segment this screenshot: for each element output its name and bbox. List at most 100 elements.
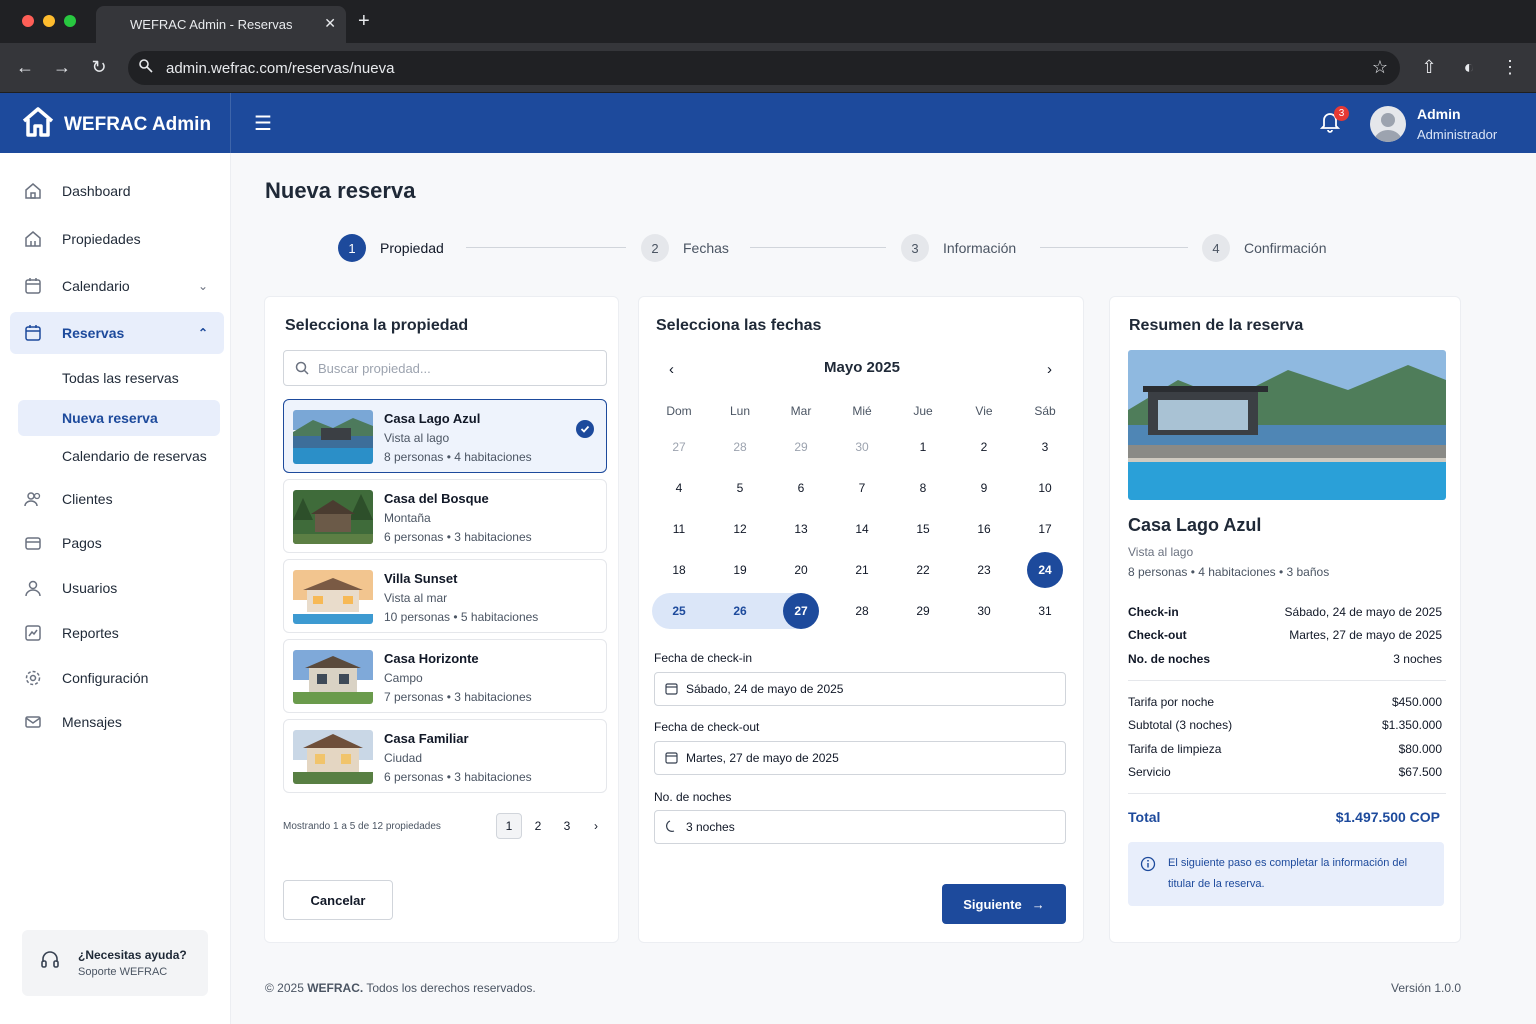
sidebar-item-reservas[interactable]: Reservas ⌃: [10, 312, 224, 354]
sidebar-item-configuracion[interactable]: Configuración: [10, 657, 224, 699]
property-item-casa-del-bosque[interactable]: Casa del Bosque Montaña 6 personas • 3 h…: [283, 479, 607, 553]
calendar-day[interactable]: 21: [844, 552, 880, 588]
minimize-window-button[interactable]: [43, 15, 55, 27]
cancel-button[interactable]: Cancelar: [283, 880, 393, 920]
calendar-day[interactable]: 16: [966, 511, 1002, 547]
calendar-day[interactable]: 9: [966, 470, 1002, 506]
calendar-day[interactable]: 12: [722, 511, 758, 547]
extensions-icon[interactable]: ⇧: [1418, 57, 1440, 78]
pagination-info: Mostrando 1 a 5 de 12 propiedades: [283, 821, 441, 832]
report-chart-icon: [24, 624, 42, 642]
calendar-day-in-range[interactable]: 26: [722, 593, 758, 629]
page-button-2[interactable]: 2: [525, 813, 551, 839]
calendar-day[interactable]: 18: [661, 552, 697, 588]
property-item-casa-lago-azul[interactable]: Casa Lago Azul Vista al lago 8 personas …: [283, 399, 607, 473]
calendar-day-checkin[interactable]: 24: [1027, 552, 1063, 588]
checkin-field[interactable]: Sábado, 24 de mayo de 2025: [654, 672, 1066, 706]
sidebar-item-pagos[interactable]: Pagos: [10, 522, 224, 564]
help-card[interactable]: ¿Necesitas ayuda? Soporte WEFRAC: [22, 930, 208, 996]
nights-field[interactable]: 3 noches: [654, 810, 1066, 844]
calendar-day[interactable]: 23: [966, 552, 1002, 588]
sidebar-item-usuarios[interactable]: Usuarios: [10, 567, 224, 609]
calendar-day[interactable]: 7: [844, 470, 880, 506]
browser-tab[interactable]: WEFRAC Admin - Reservas ✕: [96, 6, 346, 43]
sidebar-item-propiedades[interactable]: Propiedades: [10, 218, 224, 260]
sidebar-subitem-nueva-reserva[interactable]: Nueva reserva: [18, 400, 220, 436]
calendar-month: Mayo 2025: [824, 359, 900, 376]
sidebar-item-dashboard[interactable]: Dashboard: [10, 170, 224, 212]
calendar-day[interactable]: 6: [783, 470, 819, 506]
calendar-day[interactable]: 15: [905, 511, 941, 547]
next-page-icon[interactable]: ›: [583, 813, 609, 839]
calendar-day[interactable]: 19: [722, 552, 758, 588]
page-button-1[interactable]: 1: [496, 813, 522, 839]
calendar-day[interactable]: 31: [1027, 593, 1063, 629]
sidebar-subitem-todas-reservas[interactable]: Todas las reservas: [18, 360, 220, 396]
step-informacion[interactable]: 3 Información: [901, 234, 1016, 262]
calendar-day[interactable]: 10: [1027, 470, 1063, 506]
reload-icon[interactable]: ↻: [88, 57, 110, 78]
brand-name: WEFRAC Admin: [64, 114, 212, 135]
calendar-day[interactable]: 28: [722, 429, 758, 465]
calendar-day[interactable]: 20: [783, 552, 819, 588]
calendar-day[interactable]: 13: [783, 511, 819, 547]
calendar-icon: [24, 277, 42, 295]
sidebar-item-reportes[interactable]: Reportes: [10, 612, 224, 654]
user-name[interactable]: Admin: [1417, 106, 1461, 122]
new-tab-button[interactable]: +: [358, 10, 370, 33]
calendar-day[interactable]: 4: [661, 470, 697, 506]
weekday-label: Vie: [975, 404, 993, 418]
property-item-villa-sunset[interactable]: Villa Sunset Vista al mar 10 personas • …: [283, 559, 607, 633]
back-icon[interactable]: ←: [14, 57, 36, 78]
calendar-day[interactable]: 28: [844, 593, 880, 629]
calendar-day[interactable]: 29: [783, 429, 819, 465]
step-fechas[interactable]: 2 Fechas: [641, 234, 729, 262]
browser-menu-icon[interactable]: ⋮: [1499, 57, 1521, 78]
url-field[interactable]: admin.wefrac.com/reservas/nueva ☆: [128, 51, 1400, 85]
calendar-day[interactable]: 1: [905, 429, 941, 465]
step-number: 4: [1202, 234, 1230, 262]
sidebar-item-label: Usuarios: [62, 580, 118, 596]
forward-icon[interactable]: →: [51, 57, 73, 78]
calendar-day-checkout[interactable]: 27: [783, 593, 819, 629]
menu-toggle-icon[interactable]: ☰: [254, 111, 272, 136]
calendar-day[interactable]: 8: [905, 470, 941, 506]
close-tab-icon[interactable]: ✕: [324, 15, 336, 32]
calendar-day[interactable]: 22: [905, 552, 941, 588]
sidebar-item-clientes[interactable]: Clientes: [10, 478, 224, 520]
property-item-casa-familiar[interactable]: Casa Familiar Ciudad 6 personas • 3 habi…: [283, 719, 607, 793]
search-input[interactable]: Buscar propiedad...: [283, 350, 607, 386]
next-month-icon[interactable]: ›: [1047, 361, 1052, 378]
calendar-day[interactable]: 29: [905, 593, 941, 629]
sidebar-subitem-calendario-reservas[interactable]: Calendario de reservas: [18, 438, 220, 474]
summary-nights-value: 3 noches: [1393, 652, 1442, 666]
step-confirmacion[interactable]: 4 Confirmación: [1202, 234, 1326, 262]
property-item-casa-horizonte[interactable]: Casa Horizonte Campo 7 personas • 3 habi…: [283, 639, 607, 713]
profile-icon[interactable]: ◐: [1458, 57, 1480, 78]
sidebar-item-mensajes[interactable]: Mensajes: [10, 701, 224, 743]
maximize-window-button[interactable]: [64, 15, 76, 27]
calendar-day[interactable]: 30: [844, 429, 880, 465]
site-info-icon[interactable]: [138, 58, 154, 77]
sidebar-item-calendario[interactable]: Calendario ⌄: [10, 265, 224, 307]
checkout-field[interactable]: Martes, 27 de mayo de 2025: [654, 741, 1066, 775]
calendar-day[interactable]: 5: [722, 470, 758, 506]
step-propiedad[interactable]: 1 Propiedad: [338, 234, 444, 262]
calendar-day[interactable]: 27: [661, 429, 697, 465]
calendar-day[interactable]: 14: [844, 511, 880, 547]
brand[interactable]: WEFRAC Admin: [22, 107, 211, 143]
bookmark-star-icon[interactable]: ☆: [1372, 57, 1388, 78]
close-window-button[interactable]: [22, 15, 34, 27]
calendar-day[interactable]: 3: [1027, 429, 1063, 465]
next-button[interactable]: Siguiente →: [942, 884, 1066, 924]
page-button-3[interactable]: 3: [554, 813, 580, 839]
calendar-day-in-range[interactable]: 25: [661, 593, 697, 629]
calendar-day[interactable]: 30: [966, 593, 1002, 629]
calendar-day[interactable]: 2: [966, 429, 1002, 465]
calendar-card: Selecciona las fechas ‹ Mayo 2025 › Dom …: [638, 296, 1084, 943]
avatar[interactable]: [1370, 106, 1406, 142]
service-value: $67.500: [1398, 765, 1442, 779]
summary-card: Resumen de la reserva Casa Lago Azul Vis…: [1109, 296, 1461, 943]
calendar-day[interactable]: 17: [1027, 511, 1063, 547]
calendar-day[interactable]: 11: [661, 511, 697, 547]
